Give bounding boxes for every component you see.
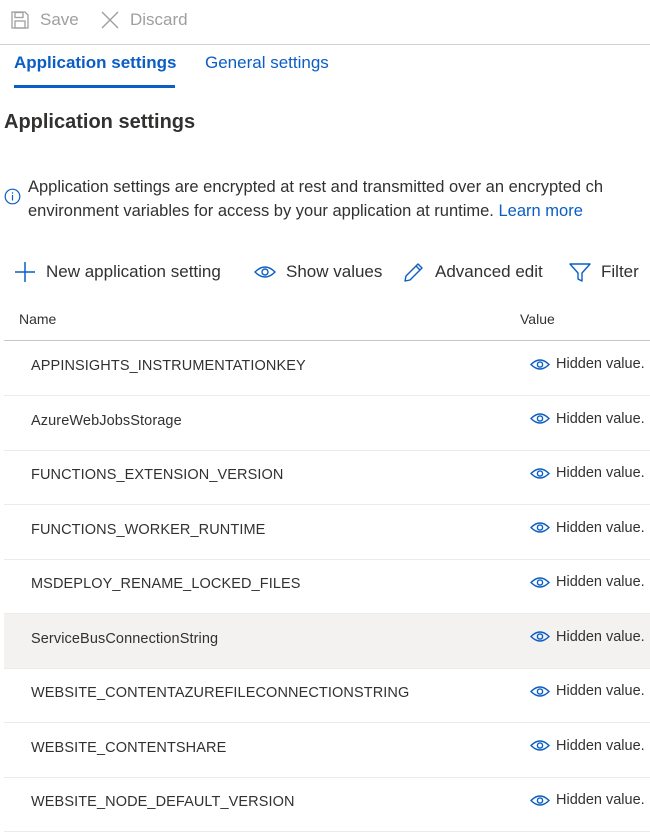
command-bar: Save Discard bbox=[0, 0, 650, 45]
setting-value[interactable]: Hidden value. bbox=[530, 356, 645, 372]
table-row[interactable]: APPINSIGHTS_INSTRUMENTATIONKEY Hidden va… bbox=[4, 341, 650, 396]
hidden-value-text: Hidden value. bbox=[556, 792, 645, 808]
table-row[interactable]: FUNCTIONS_WORKER_RUNTIME Hidden value. bbox=[4, 505, 650, 560]
info-text-line-1: Application settings are encrypted at re… bbox=[28, 178, 604, 196]
filter-button[interactable]: Filter bbox=[569, 256, 639, 288]
tab-bar: Application settings General settings bbox=[0, 45, 650, 89]
filter-label: Filter bbox=[601, 262, 639, 281]
save-label: Save bbox=[40, 10, 79, 29]
info-icon bbox=[4, 188, 21, 205]
setting-name[interactable]: WEBSITE_CONTENTAZUREFILECONNECTIONSTRING bbox=[31, 685, 409, 701]
filter-icon bbox=[569, 263, 591, 282]
setting-name[interactable]: ServiceBusConnectionString bbox=[31, 631, 218, 647]
setting-name[interactable]: FUNCTIONS_EXTENSION_VERSION bbox=[31, 467, 283, 483]
plus-icon bbox=[15, 262, 35, 282]
table-row[interactable]: WEBSITE_CONTENTAZUREFILECONNECTIONSTRING… bbox=[4, 668, 650, 723]
pencil-icon bbox=[404, 263, 423, 282]
hidden-value-text: Hidden value. bbox=[556, 356, 645, 372]
setting-name[interactable]: APPINSIGHTS_INSTRUMENTATIONKEY bbox=[31, 358, 306, 374]
setting-value[interactable]: Hidden value. bbox=[530, 683, 645, 699]
setting-name[interactable]: WEBSITE_NODE_DEFAULT_VERSION bbox=[31, 794, 295, 810]
eye-icon bbox=[530, 576, 550, 588]
eye-icon bbox=[530, 740, 550, 751]
setting-name[interactable]: FUNCTIONS_WORKER_RUNTIME bbox=[31, 522, 265, 538]
discard-button[interactable]: Discard bbox=[100, 6, 188, 34]
setting-value[interactable]: Hidden value. bbox=[530, 629, 645, 645]
eye-icon bbox=[530, 413, 550, 424]
table-header: Name Value bbox=[4, 305, 650, 341]
table-row[interactable]: FUNCTIONS_EXTENSION_VERSION Hidden value… bbox=[4, 450, 650, 505]
setting-value[interactable]: Hidden value. bbox=[530, 738, 645, 754]
info-text: environment variables for access by your… bbox=[28, 202, 494, 220]
table-row[interactable]: WEBSITE_NODE_DEFAULT_VERSION Hidden valu… bbox=[4, 777, 650, 832]
hidden-value-text: Hidden value. bbox=[556, 683, 645, 699]
eye-icon bbox=[530, 522, 550, 533]
info-message: Application settings are encrypted at re… bbox=[4, 175, 650, 223]
new-application-setting-button[interactable]: New application setting bbox=[14, 256, 221, 288]
setting-name[interactable]: MSDEPLOY_RENAME_LOCKED_FILES bbox=[31, 576, 301, 592]
setting-name[interactable]: WEBSITE_CONTENTSHARE bbox=[31, 740, 226, 756]
hidden-value-text: Hidden value. bbox=[556, 574, 645, 590]
eye-icon bbox=[530, 467, 550, 479]
tab-general-settings[interactable]: General settings bbox=[205, 53, 329, 73]
show-values-button[interactable]: Show values bbox=[254, 256, 382, 288]
discard-label: Discard bbox=[130, 10, 188, 29]
eye-icon bbox=[254, 266, 276, 278]
setting-value[interactable]: Hidden value. bbox=[530, 411, 645, 427]
new-application-setting-label: New application setting bbox=[46, 262, 221, 281]
hidden-value-text: Hidden value. bbox=[556, 410, 645, 427]
hidden-value-text: Hidden value. bbox=[556, 628, 645, 645]
eye-icon bbox=[530, 685, 550, 697]
close-icon bbox=[101, 11, 119, 29]
setting-value[interactable]: Hidden value. bbox=[530, 574, 645, 590]
advanced-edit-button[interactable]: Advanced edit bbox=[403, 256, 543, 288]
tab-application-settings[interactable]: Application settings bbox=[14, 53, 176, 73]
advanced-edit-label: Advanced edit bbox=[435, 262, 543, 281]
show-values-label: Show values bbox=[286, 262, 383, 281]
hidden-value-text: Hidden value. bbox=[556, 465, 645, 481]
eye-icon bbox=[530, 794, 550, 806]
table-row[interactable]: ServiceBusConnectionString Hidden value. bbox=[4, 613, 650, 669]
table-row[interactable]: MSDEPLOY_RENAME_LOCKED_FILES Hidden valu… bbox=[4, 559, 650, 614]
page-title: Application settings bbox=[4, 111, 196, 133]
active-tab-indicator bbox=[14, 85, 175, 88]
setting-name[interactable]: AzureWebJobsStorage bbox=[31, 413, 182, 429]
save-button[interactable]: Save bbox=[10, 6, 79, 34]
setting-value[interactable]: Hidden value. bbox=[530, 520, 645, 536]
learn-more-link[interactable]: Learn more bbox=[499, 202, 583, 220]
column-header-name[interactable]: Name bbox=[19, 311, 56, 327]
settings-toolbar: New application setting Show values Adva… bbox=[0, 256, 650, 288]
table-row[interactable]: AzureWebJobsStorage Hidden value. bbox=[4, 396, 650, 451]
eye-icon bbox=[530, 631, 550, 642]
info-text-line-2: environment variables for access by your… bbox=[4, 199, 650, 223]
table-row[interactable]: WEBSITE_CONTENTSHARE Hidden value. bbox=[4, 723, 650, 778]
setting-value[interactable]: Hidden value. bbox=[530, 465, 645, 481]
column-header-value[interactable]: Value bbox=[520, 311, 555, 327]
setting-value[interactable]: Hidden value. bbox=[530, 792, 645, 808]
save-icon bbox=[11, 11, 29, 29]
hidden-value-text: Hidden value. bbox=[556, 737, 645, 754]
eye-icon bbox=[530, 358, 550, 370]
hidden-value-text: Hidden value. bbox=[556, 519, 645, 536]
